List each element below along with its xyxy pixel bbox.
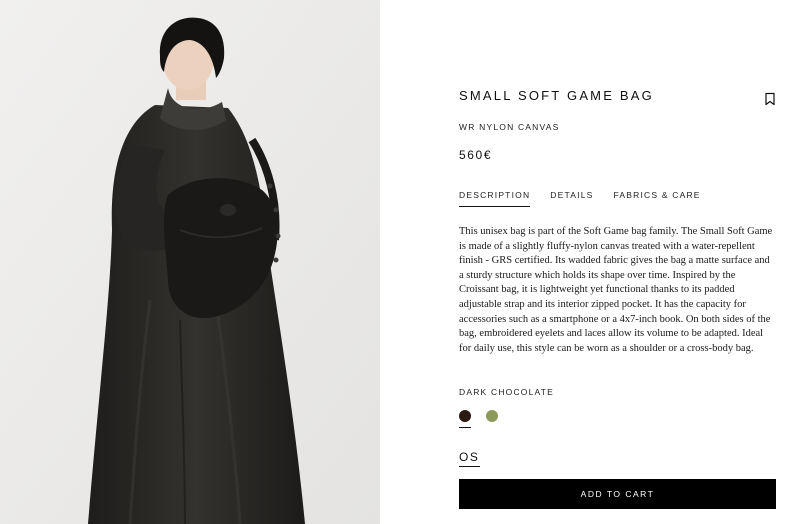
product-info: SMALL SOFT GAME BAG WR NYLON CANVAS 560€… bbox=[380, 0, 800, 524]
selected-color-name: DARK CHOCOLATE bbox=[459, 387, 555, 397]
swatch-dot bbox=[486, 410, 498, 422]
bookmark-icon[interactable] bbox=[764, 92, 776, 106]
product-photo bbox=[0, 0, 380, 524]
swatch-selected-indicator bbox=[486, 427, 498, 428]
tab-description[interactable]: DESCRIPTION bbox=[459, 190, 531, 207]
size-option-os[interactable]: OS bbox=[459, 450, 480, 467]
swatch-dot bbox=[459, 410, 471, 422]
add-to-cart-button[interactable]: ADD TO CART bbox=[459, 479, 776, 509]
product-material: WR NYLON CANVAS bbox=[459, 122, 560, 132]
color-swatches bbox=[459, 410, 498, 428]
product-title: SMALL SOFT GAME BAG bbox=[459, 88, 654, 103]
product-description: This unisex bag is part of the Soft Game… bbox=[459, 226, 773, 354]
swatch-selected-indicator bbox=[459, 427, 471, 428]
tab-fabrics-care[interactable]: FABRICS & CARE bbox=[614, 190, 701, 207]
swatch-olive[interactable] bbox=[486, 410, 498, 428]
swatch-dark-chocolate[interactable] bbox=[459, 410, 471, 428]
product-tabs: DESCRIPTION DETAILS FABRICS & CARE bbox=[459, 190, 701, 207]
model-illustration bbox=[0, 0, 380, 524]
product-price: 560€ bbox=[459, 148, 493, 162]
tab-details[interactable]: DETAILS bbox=[550, 190, 593, 207]
